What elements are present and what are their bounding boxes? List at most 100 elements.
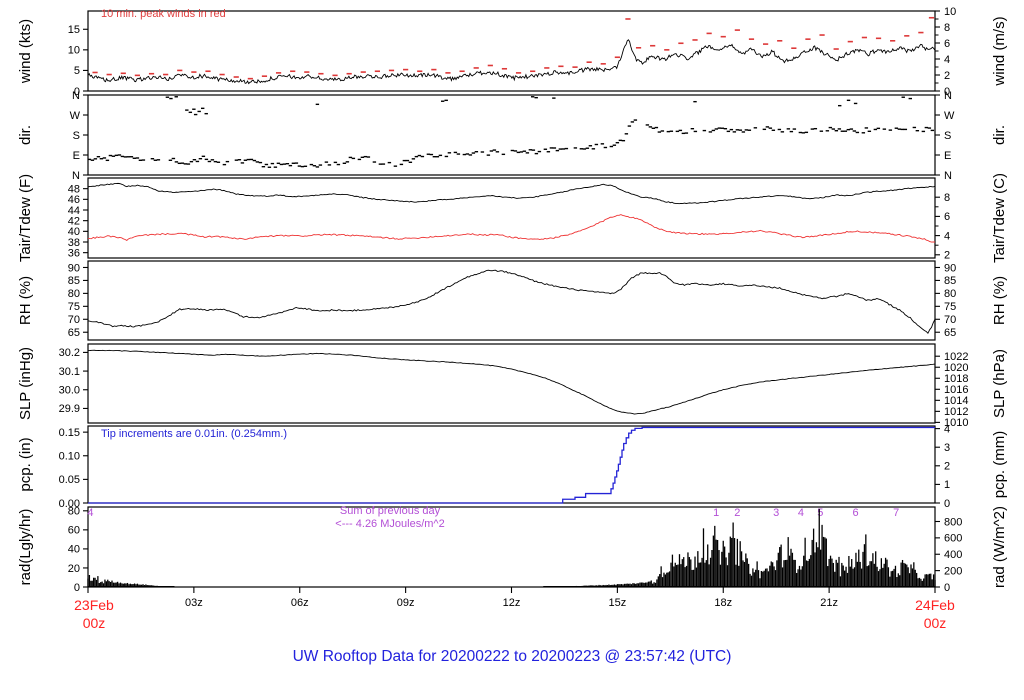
panel-tair-border — [87, 177, 936, 259]
svg-text:8: 8 — [944, 22, 950, 34]
svg-text:600: 600 — [944, 533, 962, 545]
svg-text:N: N — [944, 170, 952, 182]
svg-text:46: 46 — [68, 194, 80, 206]
svg-text:36: 36 — [68, 247, 80, 259]
x-tick-label: 12z — [503, 597, 521, 609]
svg-text:2: 2 — [944, 250, 950, 262]
svg-text:800: 800 — [944, 516, 962, 528]
svg-text:5: 5 — [74, 65, 80, 77]
svg-text:3: 3 — [944, 442, 950, 454]
panel-slp-border — [87, 343, 936, 424]
svg-text:80: 80 — [68, 288, 80, 300]
svg-text:8: 8 — [944, 192, 950, 204]
axis-label-right-dir: dir. — [991, 125, 1008, 145]
radiation-sum-annotation: Sum of previous day <--- 4.26 MJoules/m^… — [280, 505, 500, 531]
x-tick-label: 21z — [820, 597, 838, 609]
radiation-sum-line2: <--- 4.26 MJoules/m^2 — [335, 518, 445, 530]
radiation-hour-marker: 7 — [893, 507, 899, 519]
svg-text:40: 40 — [68, 226, 80, 238]
series-tdew — [87, 214, 936, 243]
svg-text:0: 0 — [74, 582, 80, 594]
svg-text:200: 200 — [944, 565, 962, 577]
axis-label-right-rh: RH (%) — [991, 276, 1008, 325]
panel-rad: rad(Lgly/hr) rad (W/m^2)02040608002004006… — [17, 506, 1008, 594]
panel-slp: SLP (inHg) SLP (hPa) 29.9 30.0 30.1 30.2 10101… — [17, 343, 1008, 429]
svg-text:1016: 1016 — [944, 384, 968, 396]
svg-text:48: 48 — [68, 183, 80, 195]
panel-wind-right-ticks: 0246810 — [935, 6, 956, 98]
svg-text:80: 80 — [68, 506, 80, 518]
x-tick-label: 06z — [291, 597, 309, 609]
panel-dir-border — [87, 94, 936, 176]
svg-text:38: 38 — [68, 237, 80, 249]
axis-label-left-wind: wind (kts) — [17, 19, 34, 84]
svg-text:6: 6 — [944, 38, 950, 50]
axis-label-right-rad: rad (W/m^2) — [991, 506, 1008, 588]
svg-text:1018: 1018 — [944, 373, 968, 385]
meteogram-container: wind (kts) wind (m/s) 0 5 10 15 0 2 4 6 8 10 dir. dir… — [0, 0, 1024, 700]
svg-text:65: 65 — [944, 327, 956, 339]
svg-text:15: 15 — [68, 24, 80, 36]
svg-text:1014: 1014 — [944, 395, 968, 407]
svg-text:W: W — [70, 110, 81, 122]
radiation-hour-marker: 3 — [773, 507, 779, 519]
panel-rh-right-ticks: 657075808590 — [935, 262, 956, 339]
svg-text:4: 4 — [944, 54, 950, 66]
radiation-hour-marker: 6 — [853, 507, 859, 519]
panel-pcp-left-ticks: 0.000.050.100.15 — [59, 427, 88, 510]
svg-text:0.10: 0.10 — [59, 451, 80, 463]
svg-text:80: 80 — [944, 288, 956, 300]
svg-text:30.0: 30.0 — [59, 385, 80, 397]
svg-text:10: 10 — [944, 6, 956, 18]
svg-text:60: 60 — [68, 525, 80, 537]
panel-wind-left-ticks: 051015 — [68, 24, 88, 98]
svg-text:70: 70 — [944, 314, 956, 326]
x-tick-label: 09z — [397, 597, 415, 609]
svg-text:N: N — [944, 90, 952, 102]
svg-text:1022: 1022 — [944, 351, 968, 363]
x-axis: 03z 06z 09z 12z 15z 18z 21z — [87, 587, 936, 609]
end-hour: 00z — [923, 615, 947, 631]
svg-text:75: 75 — [944, 301, 956, 313]
axis-label-right-slp: SLP (hPa) — [991, 349, 1008, 418]
axis-label-right-pcp: pcp. (mm) — [991, 431, 1008, 499]
panel-rad-left-ticks: 0 20 40 60 80 — [68, 506, 88, 594]
svg-text:29.9: 29.9 — [59, 403, 80, 415]
axis-label-right-wind: wind (m/s) — [991, 16, 1008, 86]
svg-text:4: 4 — [944, 230, 950, 242]
svg-text:1: 1 — [944, 479, 950, 491]
svg-text:30.2: 30.2 — [59, 347, 80, 359]
end-date: 24Feb — [915, 597, 955, 613]
svg-text:0: 0 — [944, 582, 950, 594]
svg-text:85: 85 — [68, 275, 80, 287]
svg-text:N: N — [72, 90, 80, 102]
panel-rad-right-ticks: 0 200 400 600 800 — [935, 516, 962, 594]
svg-text:4: 4 — [944, 423, 950, 435]
axis-label-left-rh: RH (%) — [17, 276, 34, 325]
svg-text:E: E — [73, 150, 80, 162]
panel-tair-left-ticks: 36384042444648 — [68, 183, 88, 259]
axis-label-left-tair: Tair/Tdew (F) — [17, 174, 34, 262]
series-rh — [87, 269, 936, 334]
svg-text:75: 75 — [68, 301, 80, 313]
svg-text:10: 10 — [68, 45, 80, 57]
series-tair — [87, 182, 936, 205]
svg-text:400: 400 — [944, 549, 962, 561]
panel-slp-right-ticks: 1010101210141016101810201022 — [935, 351, 968, 429]
panel-slp-left-ticks: 29.9 30.0 30.1 30.2 — [59, 347, 88, 415]
panel-rh: RH (%) RH (%)657075808590657075808590 — [17, 260, 1008, 341]
chart-title: UW Rooftop Data for 20200222 to 20200223… — [292, 648, 732, 665]
axis-label-left-pcp: pcp. (in) — [17, 437, 34, 491]
svg-text:44: 44 — [68, 205, 80, 217]
svg-text:90: 90 — [68, 262, 80, 274]
wind-peak-annotation: 10 min. peak winds in red — [101, 8, 226, 20]
series-wind-direction-outliers — [165, 96, 912, 116]
panel-pcp-right-ticks: 0 1 2 3 4 — [935, 423, 950, 510]
series-wind-direction — [87, 119, 935, 168]
panel-tair: Tair/Tdew (F) Tair/Tdew (C)36384042444648… — [17, 173, 1008, 263]
svg-text:70: 70 — [68, 314, 80, 326]
x-tick-label: 18z — [714, 597, 732, 609]
svg-text:S: S — [944, 130, 951, 142]
svg-text:2: 2 — [944, 461, 950, 473]
axis-label-left-slp: SLP (inHg) — [17, 347, 34, 420]
